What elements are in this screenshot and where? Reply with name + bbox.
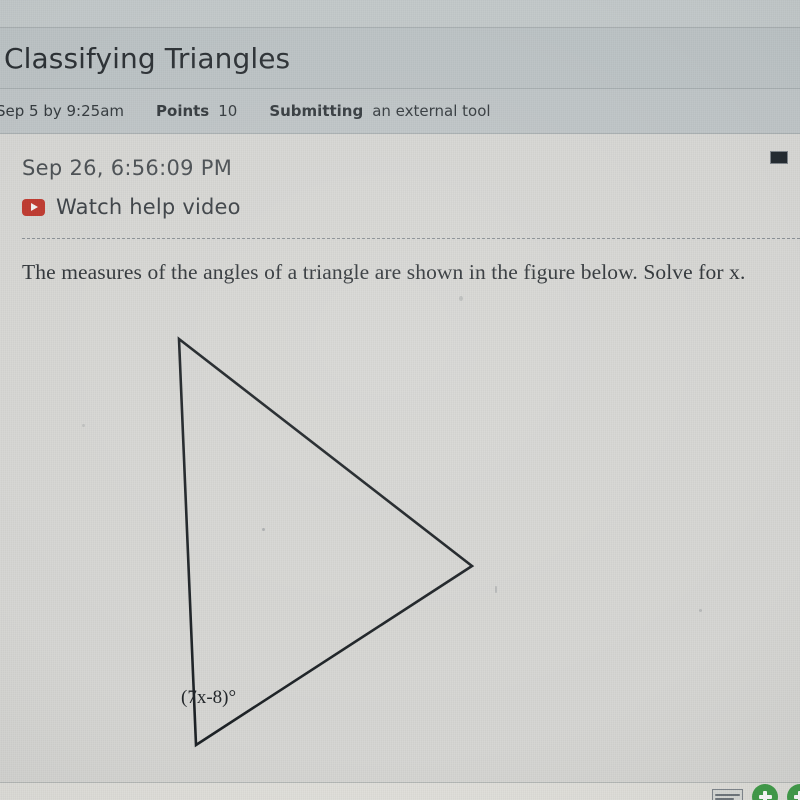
question-prompt: The measures of the angles of a triangle…	[22, 260, 746, 284]
add-button[interactable]	[752, 784, 778, 800]
photo-speck	[82, 424, 85, 427]
submitting-label: Submitting	[269, 102, 364, 120]
keyboard-icon[interactable]	[712, 789, 743, 800]
divider-top	[0, 27, 800, 28]
footer-toolbar	[712, 784, 800, 800]
triangle-shape	[177, 336, 475, 748]
add-button-secondary[interactable]	[787, 784, 800, 800]
submitting-value: an external tool	[372, 102, 491, 120]
dashed-divider	[22, 238, 800, 239]
photo-speck	[495, 586, 497, 593]
points-label: Points	[156, 102, 210, 120]
photo-speck	[262, 528, 265, 531]
page-title: Classifying Triangles	[4, 41, 291, 75]
assignment-meta-row: Sep 5 by 9:25am Points 10 Submitting an …	[0, 89, 800, 133]
angle-label-top-left: (7x-8)°	[181, 687, 237, 708]
submission-timestamp: Sep 26, 6:56:09 PM	[22, 156, 233, 180]
youtube-play-icon	[22, 198, 45, 216]
watch-help-video-label: Watch help video	[56, 195, 241, 219]
photo-speck	[699, 609, 702, 612]
triangle-svg	[177, 336, 475, 748]
watch-help-video-link[interactable]: Watch help video	[22, 195, 241, 219]
due-date: Sep 5 by 9:25am	[0, 102, 125, 120]
window-top-strip	[0, 0, 800, 27]
points-value: 10	[218, 102, 238, 120]
footer-bar	[0, 782, 800, 800]
triangle-figure: (7x-8)° 73° 59°	[0, 300, 800, 780]
screen-artifact-marker	[770, 151, 788, 164]
photo-speck	[459, 296, 463, 301]
